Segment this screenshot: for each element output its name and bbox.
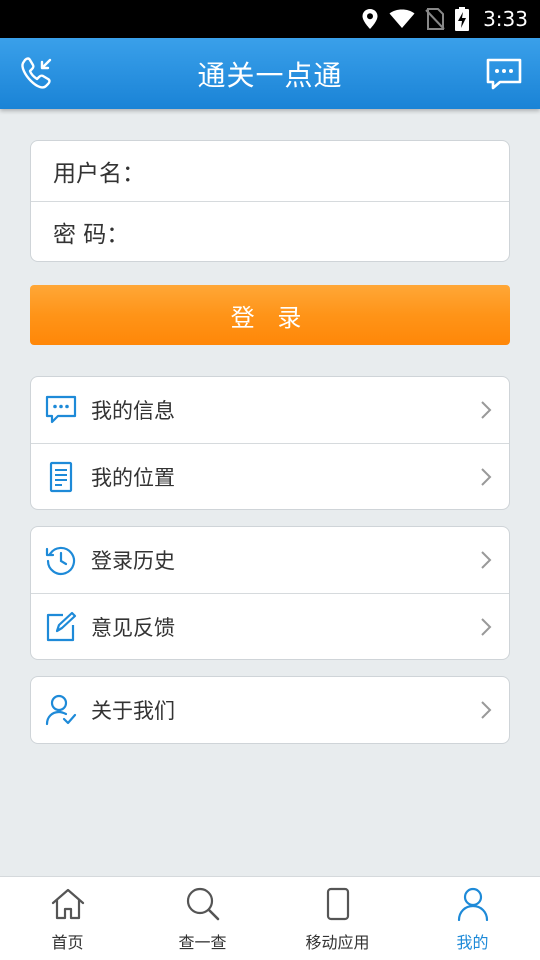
username-field[interactable] bbox=[145, 141, 497, 201]
wifi-icon bbox=[389, 9, 415, 28]
nav-label: 首页 bbox=[51, 933, 84, 952]
nav-label: 查一查 bbox=[178, 933, 227, 952]
nav-label: 移动应用 bbox=[305, 933, 370, 952]
no-sim-icon bbox=[425, 8, 445, 30]
page-title: 通关一点通 bbox=[197, 58, 343, 92]
menu-item-about-us[interactable]: 关于我们 bbox=[31, 677, 509, 743]
login-button[interactable]: 登 录 bbox=[30, 285, 510, 345]
menu-item-my-info[interactable]: 我的信息 bbox=[31, 377, 509, 443]
bottom-nav: 首页 查一查 移动应用 我的 bbox=[0, 876, 540, 960]
user-icon bbox=[454, 885, 492, 923]
nav-item-search[interactable]: 查一查 bbox=[135, 877, 270, 960]
history-icon bbox=[45, 544, 77, 576]
menu-group-about: 关于我们 bbox=[30, 676, 510, 744]
password-field[interactable] bbox=[129, 202, 497, 261]
phone-call-button[interactable] bbox=[16, 54, 56, 94]
chevron-right-icon bbox=[481, 551, 492, 569]
phone-icon bbox=[319, 885, 357, 923]
username-label: 用户名： bbox=[53, 161, 145, 187]
user-check-icon bbox=[45, 694, 77, 726]
menu-group-account: 我的信息 我的位置 bbox=[30, 376, 510, 510]
menu-group-history: 登录历史 意见反馈 bbox=[30, 526, 510, 660]
location-icon bbox=[362, 9, 378, 29]
chevron-right-icon bbox=[481, 701, 492, 719]
password-row: 密 码： bbox=[31, 201, 509, 261]
message-icon bbox=[486, 58, 522, 90]
status-bar: 3:33 bbox=[0, 0, 540, 38]
chevron-right-icon bbox=[481, 468, 492, 486]
search-icon bbox=[184, 885, 222, 923]
menu-item-feedback[interactable]: 意见反馈 bbox=[31, 593, 509, 659]
nav-item-mine[interactable]: 我的 bbox=[405, 877, 540, 960]
edit-icon bbox=[45, 611, 77, 643]
chat-icon bbox=[45, 394, 77, 426]
battery-charging-icon bbox=[455, 7, 470, 31]
menu-item-label: 关于我们 bbox=[91, 699, 175, 723]
password-label: 密 码： bbox=[53, 221, 130, 248]
nav-item-home[interactable]: 首页 bbox=[0, 877, 135, 960]
nav-item-mobile-apps[interactable]: 移动应用 bbox=[270, 877, 405, 960]
username-row: 用户名： bbox=[31, 141, 509, 201]
phone-call-icon bbox=[21, 57, 52, 89]
menu-item-label: 我的位置 bbox=[91, 465, 175, 490]
app-bar: 通关一点通 bbox=[0, 38, 540, 109]
home-icon bbox=[49, 885, 87, 923]
chevron-right-icon bbox=[481, 618, 492, 636]
chevron-right-icon bbox=[481, 401, 492, 419]
message-button[interactable] bbox=[484, 54, 524, 94]
menu-item-label: 登录历史 bbox=[91, 549, 175, 573]
menu-item-label: 我的信息 bbox=[91, 399, 175, 423]
nav-label: 我的 bbox=[456, 933, 489, 952]
login-form: 用户名： 密 码： bbox=[30, 140, 510, 262]
menu-item-login-history[interactable]: 登录历史 bbox=[31, 527, 509, 593]
status-time: 3:33 bbox=[483, 7, 528, 31]
menu-item-my-location[interactable]: 我的位置 bbox=[31, 443, 509, 509]
menu-item-label: 意见反馈 bbox=[91, 615, 175, 640]
document-icon bbox=[45, 461, 77, 493]
